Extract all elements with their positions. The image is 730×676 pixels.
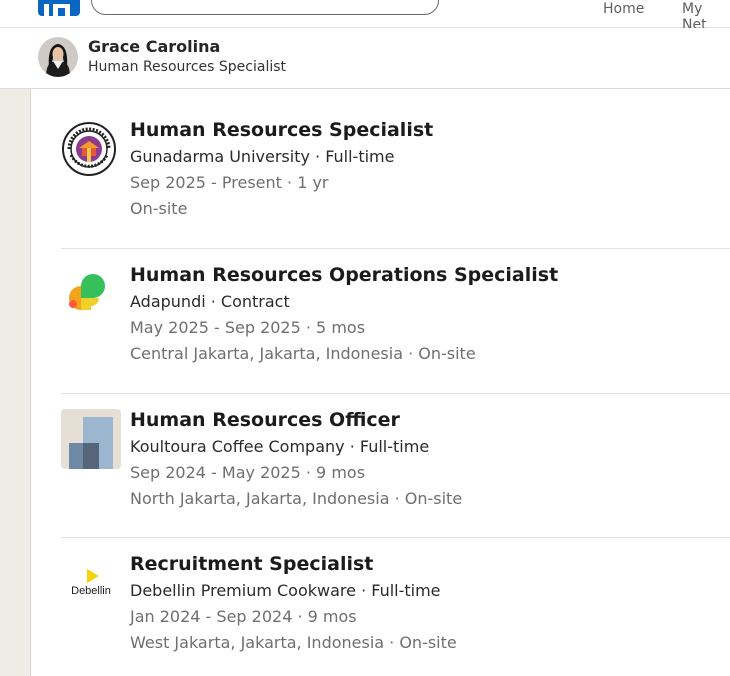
debellin-logo-icon[interactable]: Debellin xyxy=(61,553,121,613)
experience-dates: Sep 2024 - May 2025 · 9 mos xyxy=(130,463,366,482)
experience-company: Gunadarma University · Full-time xyxy=(130,147,395,166)
experience-title[interactable]: Human Resources Specialist xyxy=(130,119,433,141)
search-input[interactable] xyxy=(91,0,439,15)
experience-location: North Jakarta, Jakarta, Indonesia · On-s… xyxy=(130,489,463,508)
experience-item: Human Resources Specialist Gunadarma Uni… xyxy=(61,119,730,229)
experience-location: West Jakarta, Jakarta, Indonesia · On-si… xyxy=(130,633,457,652)
experience-item: Human Resources Operations Specialist Ad… xyxy=(61,264,730,374)
avatar[interactable] xyxy=(38,37,78,77)
divider xyxy=(61,248,730,249)
experience-location: Central Jakarta, Jakarta, Indonesia · On… xyxy=(130,344,476,363)
debellin-logo-text: Debellin xyxy=(71,585,111,597)
experience-item: Debellin Recruitment Specialist Debellin… xyxy=(61,553,730,663)
divider xyxy=(61,537,730,538)
adapundi-logo-icon[interactable] xyxy=(61,262,121,322)
experience-section: Human Resources Specialist Gunadarma Uni… xyxy=(31,89,730,676)
experience-company: Adapundi · Contract xyxy=(130,292,290,311)
experience-title[interactable]: Human Resources Officer xyxy=(130,409,400,431)
experience-dates: Sep 2025 - Present · 1 yr xyxy=(130,173,329,192)
nav-home[interactable]: Home xyxy=(603,1,644,17)
experience-dates: Jan 2024 - Sep 2024 · 9 mos xyxy=(130,607,357,626)
experience-location: On-site xyxy=(130,199,188,218)
experience-title[interactable]: Recruitment Specialist xyxy=(130,553,373,575)
profile-photo-icon xyxy=(38,37,78,77)
profile-sticky-header: Grace Carolina Human Resources Specialis… xyxy=(0,28,730,89)
gunadarma-university-seal-icon[interactable] xyxy=(61,121,121,181)
global-nav: Home My Net xyxy=(0,0,730,33)
profile-name[interactable]: Grace Carolina xyxy=(88,37,220,56)
experience-dates: May 2025 - Sep 2025 · 5 mos xyxy=(130,318,366,337)
linkedin-logo-icon[interactable] xyxy=(38,0,80,16)
experience-item: Human Resources Officer Koultoura Coffee… xyxy=(61,409,730,519)
profile-headline: Human Resources Specialist xyxy=(88,59,287,75)
experience-company: Koultoura Coffee Company · Full-time xyxy=(130,437,430,456)
experience-title[interactable]: Human Resources Operations Specialist xyxy=(130,264,558,286)
divider xyxy=(61,393,730,394)
building-placeholder-icon[interactable] xyxy=(61,409,121,469)
experience-company: Debellin Premium Cookware · Full-time xyxy=(130,581,441,600)
page-gutter xyxy=(0,89,31,676)
